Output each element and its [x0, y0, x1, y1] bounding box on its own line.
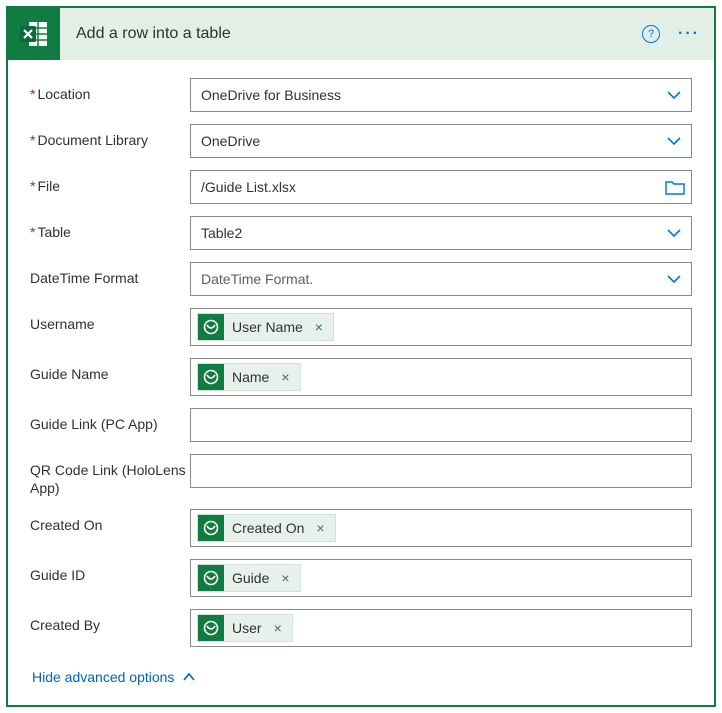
folder-picker-icon[interactable]: [665, 179, 685, 195]
card-title: Add a row into a table: [60, 25, 642, 43]
guide-id-input[interactable]: Guide ×: [190, 559, 692, 597]
excel-icon: [8, 8, 60, 60]
remove-token-icon[interactable]: ×: [277, 570, 293, 586]
advanced-options-label: Hide advanced options: [32, 669, 174, 685]
action-card: Add a row into a table ? ··· Location On…: [6, 6, 716, 707]
dataverse-icon: [198, 314, 224, 340]
label-table: Table: [30, 216, 190, 242]
table-select[interactable]: Table2: [190, 216, 692, 250]
row-location: Location OneDrive for Business: [30, 78, 692, 112]
chevron-down-icon[interactable]: [663, 133, 685, 149]
dataverse-icon: [198, 364, 224, 390]
location-select[interactable]: OneDrive for Business: [190, 78, 692, 112]
row-qr-code-link: QR Code Link (HoloLens App): [30, 454, 692, 497]
row-created-on: Created On Created On ×: [30, 509, 692, 547]
remove-token-icon[interactable]: ×: [312, 520, 328, 536]
datetime-format-placeholder: DateTime Format.: [201, 271, 663, 287]
qr-code-link-input[interactable]: [190, 454, 692, 488]
guide-name-input[interactable]: Name ×: [190, 358, 692, 396]
document-library-value: OneDrive: [201, 133, 663, 149]
document-library-select[interactable]: OneDrive: [190, 124, 692, 158]
row-username: Username User Name ×: [30, 308, 692, 346]
label-guide-id: Guide ID: [30, 559, 190, 585]
hide-advanced-options-link[interactable]: Hide advanced options: [30, 659, 196, 691]
row-guide-name: Guide Name Name ×: [30, 358, 692, 396]
label-datetime-format: DateTime Format: [30, 262, 190, 288]
label-created-by: Created By: [30, 609, 190, 635]
location-value: OneDrive for Business: [201, 87, 663, 103]
row-file: File /Guide List.xlsx: [30, 170, 692, 204]
chevron-down-icon[interactable]: [663, 225, 685, 241]
row-created-by: Created By User ×: [30, 609, 692, 647]
row-document-library: Document Library OneDrive: [30, 124, 692, 158]
token-label: Guide: [232, 570, 269, 586]
token-user[interactable]: User ×: [197, 614, 293, 642]
remove-token-icon[interactable]: ×: [277, 369, 293, 385]
token-user-name[interactable]: User Name ×: [197, 313, 334, 341]
chevron-down-icon[interactable]: [663, 271, 685, 287]
more-options-icon[interactable]: ···: [678, 25, 700, 43]
username-input[interactable]: User Name ×: [190, 308, 692, 346]
row-datetime-format: DateTime Format DateTime Format.: [30, 262, 692, 296]
file-value: /Guide List.xlsx: [201, 179, 665, 195]
row-guide-id: Guide ID Guide ×: [30, 559, 692, 597]
token-guide[interactable]: Guide ×: [197, 564, 301, 592]
remove-token-icon[interactable]: ×: [311, 319, 327, 335]
token-label: Name: [232, 369, 269, 385]
remove-token-icon[interactable]: ×: [270, 620, 286, 636]
guide-link-input[interactable]: [190, 408, 692, 442]
token-label: User Name: [232, 319, 303, 335]
label-location: Location: [30, 78, 190, 104]
chevron-down-icon[interactable]: [663, 87, 685, 103]
row-table: Table Table2: [30, 216, 692, 250]
dataverse-icon: [198, 515, 224, 541]
created-on-input[interactable]: Created On ×: [190, 509, 692, 547]
dataverse-icon: [198, 615, 224, 641]
chevron-up-icon: [182, 670, 196, 684]
datetime-format-select[interactable]: DateTime Format.: [190, 262, 692, 296]
row-guide-link: Guide Link (PC App): [30, 408, 692, 442]
card-body: Location OneDrive for Business Document …: [8, 60, 714, 705]
created-by-input[interactable]: User ×: [190, 609, 692, 647]
token-label: Created On: [232, 520, 304, 536]
label-file: File: [30, 170, 190, 196]
token-created-on[interactable]: Created On ×: [197, 514, 336, 542]
token-name[interactable]: Name ×: [197, 363, 301, 391]
label-qr-code-link: QR Code Link (HoloLens App): [30, 454, 190, 497]
dataverse-icon: [198, 565, 224, 591]
label-guide-name: Guide Name: [30, 358, 190, 384]
header-actions: ? ···: [642, 25, 714, 43]
label-document-library: Document Library: [30, 124, 190, 150]
label-guide-link: Guide Link (PC App): [30, 408, 190, 434]
token-label: User: [232, 620, 262, 636]
label-username: Username: [30, 308, 190, 334]
table-value: Table2: [201, 225, 663, 241]
file-input[interactable]: /Guide List.xlsx: [190, 170, 692, 204]
label-created-on: Created On: [30, 509, 190, 535]
card-header: Add a row into a table ? ···: [8, 8, 714, 60]
help-icon[interactable]: ?: [642, 25, 660, 43]
